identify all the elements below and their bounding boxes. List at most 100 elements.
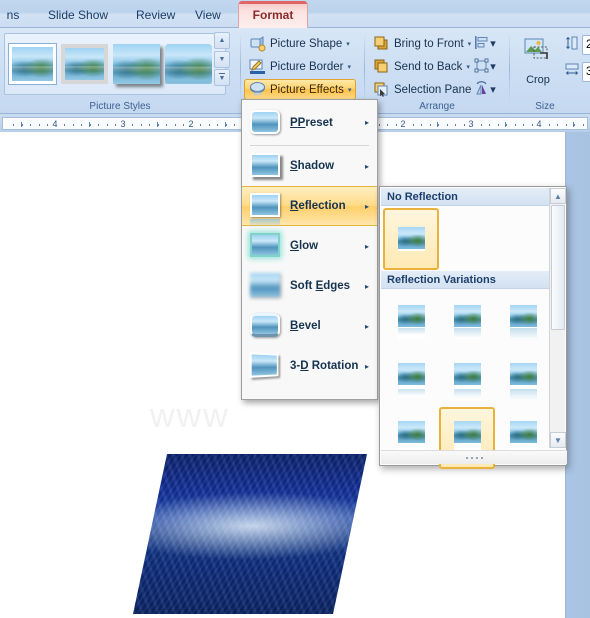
ruler-tick — [557, 124, 558, 126]
gallery-scrollbar[interactable]: ▲ ▼ — [549, 188, 566, 448]
menu-item-3d-rotation[interactable]: 3-D Rotation ▸ — [242, 346, 377, 386]
rotate-button[interactable]: ▾ — [473, 79, 497, 100]
button-label: Bring to Front — [394, 37, 464, 50]
picture-style-drop-shadow-rectangle[interactable] — [113, 44, 160, 84]
winter-forest-picture[interactable] — [132, 454, 368, 614]
reflection-gallery[interactable]: No Reflection Reflection Variations ▲ ▼ — [379, 186, 567, 469]
menu-item-soft-edges[interactable]: Soft Edges ▸ — [242, 266, 377, 306]
menu-item-glow[interactable]: Glow ▸ — [242, 226, 377, 266]
shape-height-field[interactable]: 2.6 — [582, 35, 590, 55]
chevron-down-icon[interactable]: ▾ — [490, 60, 496, 73]
ribbon-group-size: Crop 2.6 3.8 Size — [510, 28, 590, 114]
tab-animations[interactable]: ns — [0, 2, 32, 28]
submenu-arrow-icon: ▸ — [364, 281, 369, 291]
ruler-tick — [566, 124, 567, 126]
bring-to-front-button[interactable]: Bring to Front ▾ — [368, 33, 476, 54]
picture-styles-gallery[interactable] — [4, 33, 226, 95]
gallery-scroll-up-icon[interactable]: ▲ — [214, 32, 230, 49]
gallery-item-tight-reflection-4pt[interactable] — [383, 349, 439, 411]
shape-height-value: 2.6 — [586, 39, 590, 51]
picture-effects-button[interactable]: Picture Effects ▾ — [244, 79, 357, 100]
gallery-scroll-down-icon[interactable]: ▼ — [214, 50, 230, 68]
soft-edges-effect-icon — [250, 273, 282, 299]
scroll-down-icon[interactable]: ▼ — [550, 432, 566, 448]
ruler-tick — [430, 124, 431, 126]
chevron-down-icon[interactable]: ▾ — [490, 83, 496, 96]
tab-format[interactable]: Format — [238, 1, 308, 28]
menu-item-reflection[interactable]: Reflection ▸ — [242, 186, 377, 227]
menu-item-bevel[interactable]: Bevel ▸ — [242, 306, 377, 346]
ruler-tick — [464, 124, 465, 126]
submenu-arrow-icon: ▸ — [364, 201, 369, 211]
tab-review[interactable]: Review — [126, 2, 185, 28]
ruler-tick — [489, 124, 490, 126]
chevron-down-icon[interactable]: ▾ — [490, 37, 496, 50]
gallery-item-no-reflection[interactable] — [383, 208, 439, 270]
menu-item-shadow[interactable]: Shadow ▸ — [242, 146, 377, 186]
selection-pane-button[interactable]: Selection Pane — [368, 79, 476, 100]
ruler-tick — [506, 124, 507, 126]
gallery-more-icon[interactable]: ▼ — [214, 69, 230, 86]
group-label-arrange: Arrange — [419, 101, 455, 112]
gallery-resize-gripper[interactable] — [381, 450, 567, 464]
picture-shape-button[interactable]: Picture Shape ▾ — [244, 33, 355, 54]
picture-style-reflected-rounded-rectangle[interactable] — [165, 44, 212, 84]
menu-item-label: Bevel — [290, 320, 321, 332]
gallery-item-tight-reflection-touching[interactable] — [383, 291, 439, 353]
ruler-tick — [47, 124, 48, 126]
shape-width-field[interactable]: 3.8 — [582, 62, 590, 82]
submenu-arrow-icon: ▸ — [364, 321, 369, 331]
gripper-dot — [470, 456, 473, 459]
scrollbar-thumb[interactable] — [551, 205, 565, 330]
style-preview — [61, 44, 108, 84]
submenu-arrow-icon: ▸ — [364, 161, 369, 171]
thumb — [453, 363, 481, 398]
group-button[interactable]: ▾ — [473, 56, 497, 77]
ruler-tick — [481, 124, 482, 126]
gallery-item-full-reflection-4pt[interactable] — [495, 349, 551, 411]
button-label: Picture Shape — [270, 37, 343, 50]
ruler-tick-major — [573, 122, 574, 127]
thumb-reflection — [397, 389, 425, 396]
glow-effect-icon — [250, 233, 282, 259]
ruler-tick — [447, 124, 448, 126]
ruler-tick — [421, 124, 422, 126]
thumb-preview — [509, 363, 537, 385]
ruler-tick — [132, 124, 133, 126]
submenu-arrow-icon: ▸ — [364, 361, 369, 371]
crop-button[interactable]: Crop — [516, 32, 560, 90]
thumb-preview — [397, 363, 425, 385]
chevron-down-icon[interactable]: ▾ — [348, 86, 352, 94]
ruler-tick — [455, 124, 456, 126]
scroll-up-icon[interactable]: ▲ — [550, 188, 566, 204]
picture-effects-menu[interactable]: PPresetPreset ▸ Shadow ▸ Reflection ▸ Gl… — [241, 99, 378, 400]
picture-style-beveled-matte-white[interactable] — [61, 44, 108, 84]
submenu-arrow-icon: ▸ — [364, 118, 369, 127]
arrow-glyph: ▼ — [218, 73, 226, 82]
watermark-text: www — [150, 397, 230, 435]
menu-item-preset[interactable]: PPresetPreset ▸ — [242, 100, 377, 145]
preset-effect-icon — [250, 109, 282, 136]
chevron-down-icon[interactable]: ▾ — [346, 40, 350, 48]
chevron-down-icon[interactable]: ▾ — [468, 40, 472, 48]
thumb — [397, 227, 425, 251]
tab-label: Format — [252, 8, 294, 22]
gallery-item-full-reflection-touching[interactable] — [495, 291, 551, 353]
selection-pane-icon — [373, 81, 390, 98]
gallery-heading-variations: Reflection Variations — [381, 271, 549, 289]
ruler-tick — [98, 124, 99, 126]
arrow-glyph: ▼ — [218, 55, 226, 63]
send-to-back-button[interactable]: Send to Back ▾ — [368, 56, 475, 77]
picture-border-button[interactable]: Picture Border ▾ — [244, 56, 356, 77]
gallery-item-half-reflection-touching[interactable] — [439, 291, 495, 353]
tab-view[interactable]: View — [185, 2, 231, 28]
thumb — [397, 305, 425, 339]
gallery-item-half-reflection-4pt[interactable] — [439, 349, 495, 411]
tab-slide-show[interactable]: Slide Show — [38, 2, 118, 28]
send-to-back-icon — [373, 58, 390, 75]
ruler-tick — [158, 124, 159, 126]
chevron-down-icon[interactable]: ▾ — [466, 63, 470, 71]
picture-style-simple-frame-white[interactable] — [8, 43, 57, 85]
chevron-down-icon[interactable]: ▾ — [348, 63, 352, 71]
align-button[interactable]: ▾ — [473, 33, 497, 54]
